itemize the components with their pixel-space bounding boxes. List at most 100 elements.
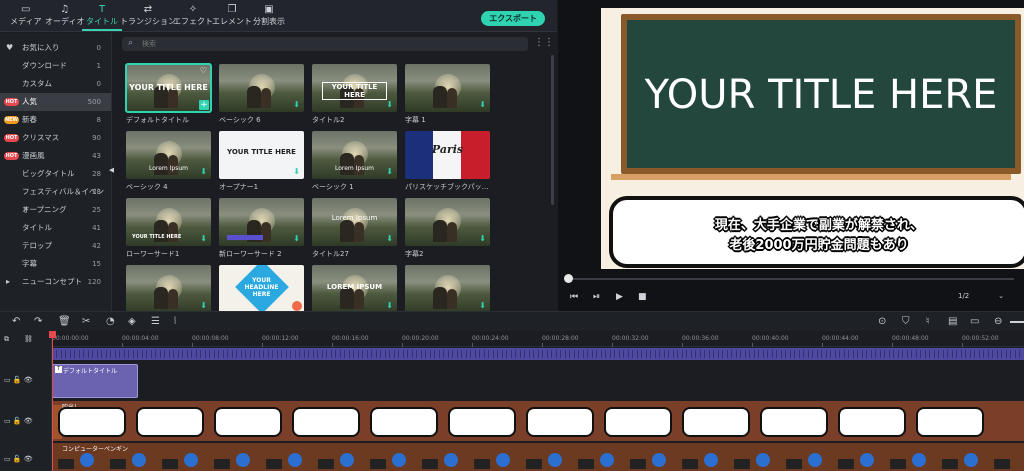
speed-icon[interactable]: ◔ bbox=[106, 316, 115, 327]
playback-quality-select[interactable]: 1/2 ⌄ bbox=[958, 290, 1008, 303]
sidebar-item-new-concept[interactable]: ▸ ニューコンセプト 120 bbox=[0, 273, 111, 291]
title-card[interactable]: YOUR HEADLINE HERE bbox=[219, 265, 304, 311]
download-icon[interactable]: ⬇ bbox=[200, 167, 207, 176]
keyframe-icon[interactable]: ◈ bbox=[128, 316, 136, 327]
timeline-toolbar: ↶ ↷ 🗑 ✂ ◔ ◈ ☰ ⦚ ⊙ ⛉ ♮ ▤ ▭ ⊖ bbox=[0, 311, 1024, 331]
download-icon[interactable]: ⬇ bbox=[386, 100, 393, 109]
tab-audio[interactable]: ♫ オーディオ bbox=[45, 4, 84, 27]
play-icon[interactable]: ▶ bbox=[616, 292, 623, 302]
chalkboard: YOUR TITLE HERE bbox=[621, 14, 1021, 174]
title-card[interactable]: ⬇ bbox=[405, 265, 490, 311]
download-icon[interactable]: ⬇ bbox=[386, 234, 393, 243]
adjust-icon[interactable]: ☰ bbox=[151, 316, 160, 327]
sidebar-item-telop[interactable]: テロップ 42 bbox=[0, 237, 111, 255]
title-card[interactable]: Lorem Ipsum ⬇ タイトル27 bbox=[312, 198, 397, 259]
tab-element[interactable]: ❐ エレメント bbox=[212, 4, 252, 27]
add-icon[interactable]: + bbox=[199, 100, 209, 110]
text-t-icon: T bbox=[55, 366, 62, 373]
tab-media[interactable]: ▭ メディア bbox=[10, 4, 41, 27]
grid-view-icon[interactable]: ⋮⋮ bbox=[534, 37, 554, 48]
title-thumbnail: YOUR HEADLINE HERE bbox=[219, 265, 304, 311]
title-card[interactable]: YOUR TITLE HERE ⬇ オープナー1 bbox=[219, 131, 304, 192]
sidebar-item-big-title[interactable]: ビッグタイトル 28 bbox=[0, 165, 111, 183]
audio-clip[interactable] bbox=[52, 348, 1024, 360]
redo-icon[interactable]: ↷ bbox=[34, 316, 42, 327]
download-icon[interactable]: ⬇ bbox=[479, 301, 486, 310]
sidebar-item-subtitle[interactable]: 字幕 15 bbox=[0, 255, 111, 273]
track-lock-icon[interactable]: ▭ 🔓 👁 bbox=[4, 455, 33, 463]
title-card[interactable]: ⬇ 字幕 1 bbox=[405, 64, 490, 125]
zoom-slider[interactable] bbox=[1010, 321, 1024, 323]
title-card[interactable]: LOREM IPSUM ⬇ bbox=[312, 265, 397, 311]
render-icon[interactable]: ⊙ bbox=[878, 316, 886, 327]
title-card[interactable]: ⬇ 字幕2 bbox=[405, 198, 490, 259]
preview-title-text: YOUR TITLE HERE bbox=[644, 72, 998, 118]
sidebar-item-christmas[interactable]: HOT クリスマス 90 bbox=[0, 129, 111, 147]
sidebar-item-title[interactable]: タイトル 41 bbox=[0, 219, 111, 237]
title-thumbnail: YOUR TITLE HERE ⬇ bbox=[312, 64, 397, 112]
scrubber-handle[interactable] bbox=[564, 274, 573, 283]
download-icon[interactable]: ⬇ bbox=[293, 234, 300, 243]
download-icon[interactable]: ⬇ bbox=[479, 234, 486, 243]
download-icon[interactable]: ⬇ bbox=[293, 167, 300, 176]
download-icon[interactable]: ⬇ bbox=[386, 167, 393, 176]
download-icon[interactable]: ⬇ bbox=[293, 100, 300, 109]
sidebar-item-comic[interactable]: HOT 漫画風 43 bbox=[0, 147, 111, 165]
character-clip[interactable]: コンピューターペンギン bbox=[52, 443, 1024, 471]
track-lock-icon[interactable]: ▭ 🔓 👁 bbox=[4, 376, 33, 384]
track-lock-icon[interactable]: ▭ 🔓 👁 bbox=[4, 417, 33, 425]
chevron-down-icon: ⌄ bbox=[998, 292, 1004, 300]
title-card[interactable]: Lorem Ipsum ⬇ ベーシック 4 bbox=[126, 131, 211, 192]
heart-icon: ♥ bbox=[6, 43, 14, 52]
sidebar-item-download[interactable]: ダウンロード 1 bbox=[0, 57, 111, 75]
title-card[interactable]: Lorem Ipsum ⬇ ベーシック 1 bbox=[312, 131, 397, 192]
undo-icon[interactable]: ↶ bbox=[12, 316, 20, 327]
title-card[interactable]: ⬇ ベーシック 6 bbox=[219, 64, 304, 125]
sidebar-item-festival[interactable]: フェスティバル＆イベント 28 bbox=[0, 183, 111, 214]
scissors-icon[interactable]: ✂ bbox=[82, 316, 90, 327]
title-card[interactable]: ⬇ bbox=[126, 265, 211, 311]
playhead[interactable] bbox=[49, 331, 56, 471]
title-card[interactable]: YOUR TITLE HERE ⬇ ローワーサード1 bbox=[126, 198, 211, 259]
shield-icon[interactable]: ⛉ bbox=[902, 316, 910, 327]
browser-scrollbar[interactable] bbox=[551, 55, 554, 205]
hot-badge: HOT bbox=[4, 98, 19, 106]
zoom-out-icon[interactable]: ⊖ bbox=[994, 316, 1002, 327]
voiceover-icon[interactable]: ▤ bbox=[948, 316, 957, 327]
time-ruler[interactable]: 00:00:00:00 00:00:04:00 00:00:08:00 00:0… bbox=[52, 331, 1024, 347]
export-button[interactable]: エクスポート bbox=[481, 11, 545, 26]
add-track-icon[interactable]: ⧉ bbox=[4, 335, 9, 344]
sidebar-item-favorites[interactable]: ♥ お気に入り 0 bbox=[0, 39, 111, 57]
sidebar-item-new-year[interactable]: NEW 新春 8 bbox=[0, 111, 111, 129]
step-back-icon[interactable]: ⏯ bbox=[593, 292, 600, 302]
caption-icon[interactable]: ▭ bbox=[970, 316, 979, 327]
microphone-icon[interactable]: ♮ bbox=[926, 316, 930, 327]
download-icon[interactable]: ⬇ bbox=[200, 301, 207, 310]
trash-icon[interactable]: 🗑 bbox=[58, 316, 71, 327]
heart-icon[interactable]: ♡ bbox=[200, 66, 207, 75]
download-icon[interactable]: ⬇ bbox=[479, 100, 486, 109]
sidebar-item-opening[interactable]: オープニング 25 bbox=[0, 201, 111, 219]
download-icon[interactable]: ⬇ bbox=[200, 234, 207, 243]
stop-icon[interactable]: ■ bbox=[638, 292, 647, 302]
search-input[interactable] bbox=[142, 37, 512, 51]
title-card[interactable]: ⬇ 新ローワーサード 2 bbox=[219, 198, 304, 259]
bubble-clip[interactable]: 吹出し bbox=[52, 401, 1024, 441]
title-card[interactable]: YOUR TITLE HERE ♡ + デフォルトタイトル bbox=[125, 63, 212, 125]
sidebar-item-custom[interactable]: カスタム 0 bbox=[0, 75, 111, 93]
title-clip[interactable]: T デフォルトタイトル bbox=[52, 364, 138, 398]
preview-scrubber[interactable] bbox=[568, 278, 1014, 280]
title-card[interactable]: YOUR TITLE HERE ⬇ タイトル2 bbox=[312, 64, 397, 125]
tab-effect[interactable]: ✧ エフェクト bbox=[173, 4, 213, 27]
tab-split-screen[interactable]: ▣ 分割表示 bbox=[253, 4, 285, 27]
tab-transition[interactable]: ⇄ トランジション bbox=[120, 4, 176, 27]
title-thumbnail: Lorem Ipsum ⬇ bbox=[312, 131, 397, 179]
prev-frame-icon[interactable]: ⏮ bbox=[570, 292, 578, 302]
link-icon[interactable]: ⛓ bbox=[24, 335, 33, 343]
title-thumbnail: Lorem Ipsum ⬇ bbox=[312, 198, 397, 246]
tab-title[interactable]: T タイトル bbox=[82, 4, 122, 31]
download-icon[interactable]: ⬇ bbox=[386, 301, 393, 310]
sidebar-item-popular[interactable]: HOT 人気 500 bbox=[0, 93, 111, 111]
audio-split-icon[interactable]: ⦚ bbox=[174, 316, 176, 327]
title-card[interactable]: Paris パリスケッチブックパック タイト... bbox=[405, 131, 490, 192]
